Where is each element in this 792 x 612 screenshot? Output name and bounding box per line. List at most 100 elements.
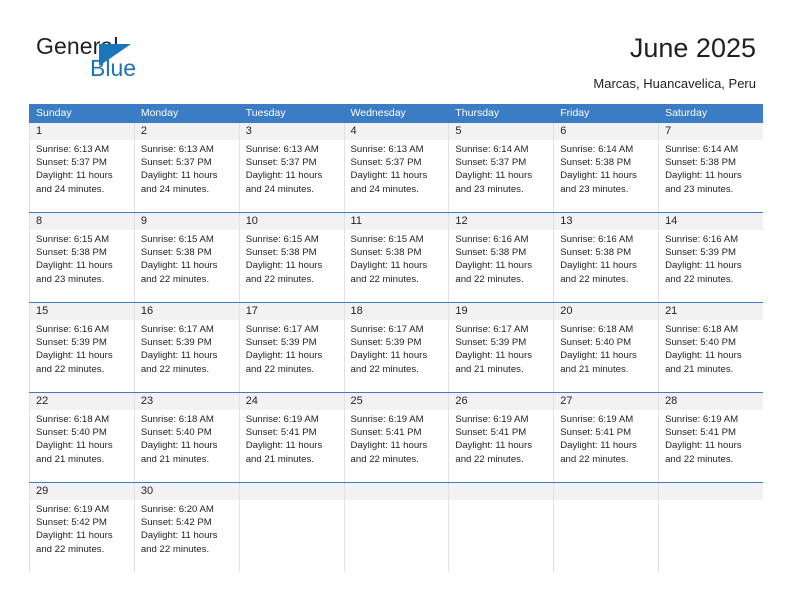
weekday-header-row: Sunday Monday Tuesday Wednesday Thursday… [29, 104, 763, 123]
calendar-day-cell[interactable]: 30 Sunrise: 6:20 AM Sunset: 5:42 PM Dayligh… [133, 483, 239, 572]
sunset-text: Sunset: 5:37 PM [350, 157, 422, 169]
daylight-text-line2: and 22 minutes. [350, 453, 419, 465]
sunset-text: Sunset: 5:37 PM [36, 157, 107, 169]
day-details: Sunrise: 6:16 AM Sunset: 5:38 PM Daylight:… [455, 233, 547, 286]
day-number: 4 [350, 125, 357, 137]
page-title: June 2025 [629, 33, 756, 63]
daylight-text-line1: Daylight: 11 hours [245, 170, 323, 182]
calendar-day-cell[interactable]: 25 Sunrise: 6:19 AM Sunset: 5:41 PM Dayligh… [343, 393, 449, 482]
calendar-day-cell[interactable]: 12 Sunrise: 6:16 AM Sunset: 5:38 PM Dayligh… [448, 213, 553, 302]
day-number: 29 [36, 485, 49, 497]
calendar-day-cell[interactable]: 18 Sunrise: 6:17 AM Sunset: 5:39 PM Dayligh… [343, 303, 449, 392]
daylight-text-line1: Daylight: 11 hours [140, 440, 218, 452]
sunset-text: Sunset: 5:40 PM [560, 337, 632, 349]
sunset-text: Sunset: 5:37 PM [245, 157, 317, 169]
calendar-day-cell[interactable]: 26 Sunrise: 6:19 AM Sunset: 5:41 PM Dayligh… [448, 393, 553, 482]
calendar-day-cell[interactable]: 27 Sunrise: 6:19 AM Sunset: 5:41 PM Dayligh… [553, 393, 658, 482]
sunrise-text: Sunrise: 6:19 AM [560, 414, 634, 425]
sunset-text: Sunset: 5:39 PM [350, 337, 422, 349]
day-details: Sunrise: 6:17 AM Sunset: 5:39 PM Daylight:… [351, 323, 443, 376]
sunrise-text: Sunrise: 6:15 AM [350, 234, 424, 245]
calendar-day-cell[interactable]: 22 Sunrise: 6:18 AM Sunset: 5:40 PM Dayligh… [29, 393, 134, 482]
day-number: 26 [455, 395, 468, 407]
sunrise-text: Sunrise: 6:15 AM [245, 234, 319, 245]
daylight-text-line1: Daylight: 11 hours [245, 350, 323, 362]
calendar-day-cell[interactable]: 24 Sunrise: 6:19 AM Sunset: 5:41 PM Dayligh… [238, 393, 344, 482]
calendar-empty-cell [343, 483, 449, 572]
sunset-text: Sunset: 5:42 PM [140, 517, 212, 529]
sunrise-text: Sunrise: 6:16 AM [560, 234, 634, 245]
sunrise-text: Sunrise: 6:17 AM [245, 324, 319, 335]
calendar-grid: Sunday Monday Tuesday Wednesday Thursday… [29, 104, 763, 572]
daylight-text-line2: and 22 minutes. [36, 363, 105, 375]
sunrise-text: Sunrise: 6:14 AM [665, 144, 739, 155]
daylight-text-line2: and 22 minutes. [455, 453, 524, 465]
daylight-text-line1: Daylight: 11 hours [665, 170, 742, 182]
sunrise-text: Sunrise: 6:15 AM [36, 234, 110, 245]
sunset-text: Sunset: 5:41 PM [245, 427, 317, 439]
calendar-day-cell[interactable]: 20 Sunrise: 6:18 AM Sunset: 5:40 PM Dayligh… [553, 303, 658, 392]
generalblue-logo[interactable]: General Blue [36, 33, 216, 85]
daylight-text-line2: and 22 minutes. [665, 273, 734, 285]
sunset-text: Sunset: 5:38 PM [665, 157, 736, 169]
daylight-text-line1: Daylight: 11 hours [560, 350, 637, 362]
calendar-day-cell[interactable]: 19 Sunrise: 6:17 AM Sunset: 5:39 PM Dayligh… [448, 303, 553, 392]
calendar-day-cell[interactable]: 23 Sunrise: 6:18 AM Sunset: 5:40 PM Dayligh… [133, 393, 239, 482]
calendar-day-cell[interactable]: 7 Sunrise: 6:14 AM Sunset: 5:38 PM Daylight… [658, 123, 763, 212]
calendar-day-cell[interactable]: 6 Sunrise: 6:14 AM Sunset: 5:38 PM Daylight… [553, 123, 658, 212]
calendar-day-cell[interactable]: 28 Sunrise: 6:19 AM Sunset: 5:41 PM Dayligh… [658, 393, 763, 482]
calendar-day-cell[interactable]: 13 Sunrise: 6:16 AM Sunset: 5:38 PM Dayligh… [553, 213, 658, 302]
sunrise-text: Sunrise: 6:17 AM [350, 324, 424, 335]
calendar-day-cell[interactable]: 8 Sunrise: 6:15 AM Sunset: 5:38 PM Daylight… [29, 213, 134, 302]
day-number: 21 [665, 305, 678, 317]
daylight-text-line1: Daylight: 11 hours [36, 170, 113, 182]
calendar-day-cell[interactable]: 4 Sunrise: 6:13 AM Sunset: 5:37 PM Daylight… [343, 123, 449, 212]
calendar-day-cell[interactable]: 9 Sunrise: 6:15 AM Sunset: 5:38 PM Daylight… [133, 213, 239, 302]
sunrise-text: Sunrise: 6:16 AM [455, 234, 529, 245]
daylight-text-line1: Daylight: 11 hours [560, 170, 637, 182]
daylight-text-line2: and 22 minutes. [560, 273, 629, 285]
daylight-text-line2: and 22 minutes. [350, 363, 419, 375]
daylight-text-line1: Daylight: 11 hours [665, 440, 742, 452]
calendar-day-cell[interactable]: 3 Sunrise: 6:13 AM Sunset: 5:37 PM Daylight… [238, 123, 344, 212]
calendar-day-cell[interactable]: 14 Sunrise: 6:16 AM Sunset: 5:39 PM Dayligh… [658, 213, 763, 302]
sunset-text: Sunset: 5:38 PM [560, 247, 632, 259]
day-number: 3 [245, 125, 252, 137]
day-details: Sunrise: 6:14 AM Sunset: 5:37 PM Daylight:… [455, 143, 547, 196]
sunrise-text: Sunrise: 6:19 AM [245, 414, 319, 425]
day-number: 25 [350, 395, 363, 407]
calendar-day-cell[interactable]: 17 Sunrise: 6:17 AM Sunset: 5:39 PM Dayligh… [238, 303, 344, 392]
calendar-empty-cell [553, 483, 658, 572]
calendar-day-cell[interactable]: 15 Sunrise: 6:16 AM Sunset: 5:39 PM Dayligh… [29, 303, 134, 392]
sunset-text: Sunset: 5:38 PM [455, 247, 527, 259]
calendar-day-cell[interactable]: 11 Sunrise: 6:15 AM Sunset: 5:38 PM Dayligh… [343, 213, 449, 302]
day-details: Sunrise: 6:15 AM Sunset: 5:38 PM Daylight:… [351, 233, 443, 286]
day-details: Sunrise: 6:16 AM Sunset: 5:39 PM Daylight:… [665, 233, 757, 286]
calendar-day-cell[interactable]: 1 Sunrise: 6:13 AM Sunset: 5:37 PM Daylight… [29, 123, 134, 212]
daylight-text-line1: Daylight: 11 hours [455, 170, 532, 182]
sunrise-text: Sunrise: 6:17 AM [140, 324, 214, 335]
calendar-day-cell[interactable]: 21 Sunrise: 6:18 AM Sunset: 5:40 PM Dayligh… [658, 303, 763, 392]
sunset-text: Sunset: 5:38 PM [245, 247, 317, 259]
sunrise-text: Sunrise: 6:16 AM [665, 234, 739, 245]
sunset-text: Sunset: 5:40 PM [140, 427, 212, 439]
sunset-text: Sunset: 5:39 PM [455, 337, 527, 349]
sunset-text: Sunset: 5:40 PM [665, 337, 736, 349]
calendar-day-cell[interactable]: 16 Sunrise: 6:17 AM Sunset: 5:39 PM Dayligh… [133, 303, 239, 392]
calendar-empty-cell [238, 483, 344, 572]
day-number: 13 [560, 215, 573, 227]
day-number: 9 [140, 215, 147, 227]
daylight-text-line2: and 22 minutes. [455, 273, 524, 285]
calendar-page: General Blue June 2025 Marcas, Huancavel… [0, 0, 792, 612]
daylight-text-line2: and 22 minutes. [245, 273, 314, 285]
calendar-day-cell[interactable]: 29 Sunrise: 6:19 AM Sunset: 5:42 PM Dayligh… [29, 483, 134, 572]
calendar-empty-cell [448, 483, 553, 572]
sunrise-text: Sunrise: 6:20 AM [140, 504, 214, 515]
calendar-day-cell[interactable]: 10 Sunrise: 6:15 AM Sunset: 5:38 PM Dayligh… [238, 213, 344, 302]
day-details: Sunrise: 6:19 AM Sunset: 5:41 PM Daylight:… [665, 413, 757, 466]
day-details: Sunrise: 6:18 AM Sunset: 5:40 PM Daylight:… [560, 323, 652, 376]
day-number: 7 [665, 125, 672, 137]
daylight-text-line1: Daylight: 11 hours [350, 170, 428, 182]
calendar-day-cell[interactable]: 5 Sunrise: 6:14 AM Sunset: 5:37 PM Daylight… [448, 123, 553, 212]
calendar-day-cell[interactable]: 2 Sunrise: 6:13 AM Sunset: 5:37 PM Daylight… [133, 123, 239, 212]
